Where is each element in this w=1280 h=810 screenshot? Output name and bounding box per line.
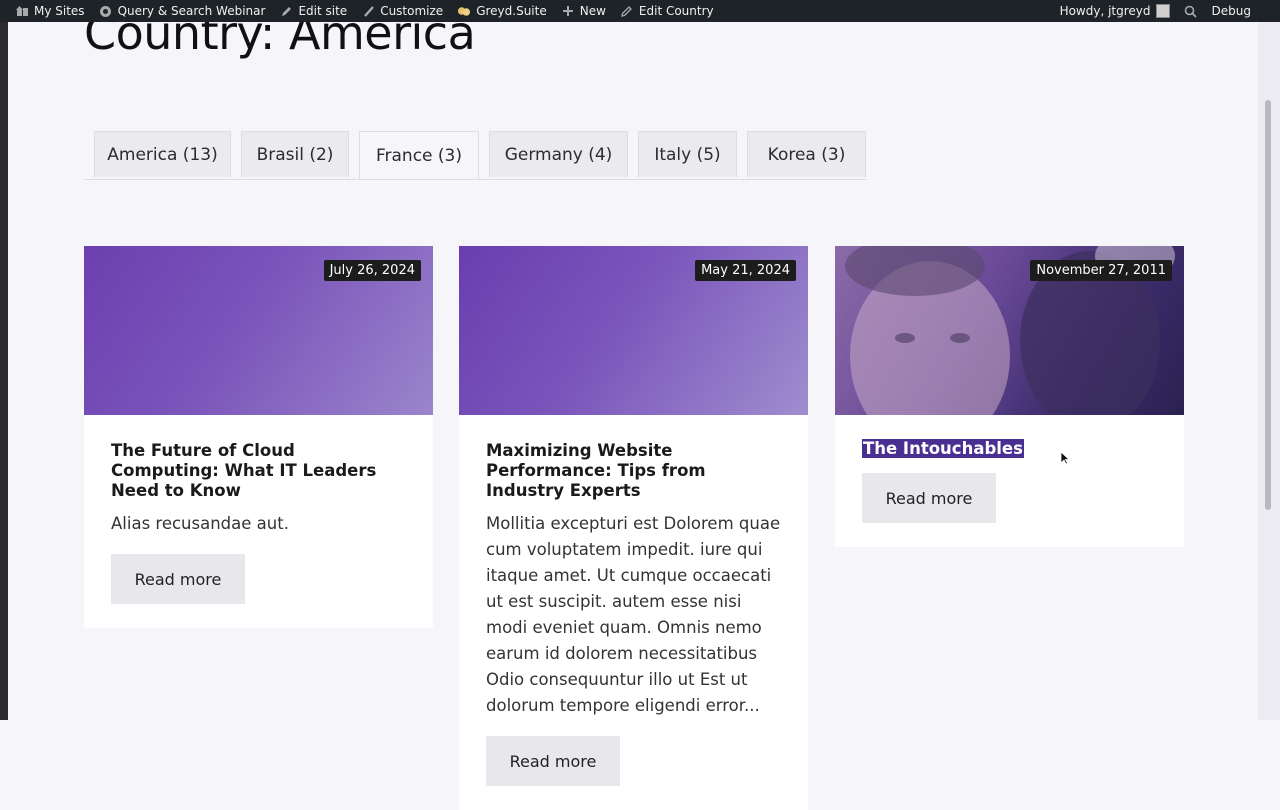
pencil-icon [620, 4, 634, 18]
admin-debug-label: Debug [1211, 4, 1251, 18]
post-thumbnail[interactable]: November 27, 2011 [835, 246, 1184, 415]
post-card: May 21, 2024 Maximizing Website Performa… [459, 246, 808, 810]
read-more-button[interactable]: Read more [486, 736, 620, 786]
admin-search[interactable] [1177, 0, 1205, 22]
post-title[interactable]: The Future of Cloud Computing: What IT L… [111, 441, 406, 501]
post-card: November 27, 2011 The Intouchables Read … [835, 246, 1184, 547]
read-more-button[interactable]: Read more [111, 554, 245, 604]
mouse-cursor-icon [1060, 451, 1070, 465]
scrollbar-thumb[interactable] [1265, 100, 1271, 510]
admin-new-label: New [579, 4, 606, 18]
scrollbar-track[interactable] [1258, 22, 1280, 720]
tab-brasil[interactable]: Brasil (2) [241, 131, 349, 177]
admin-my-sites[interactable]: My Sites [8, 0, 92, 22]
tab-america[interactable]: America (13) [94, 131, 231, 177]
admin-customize-label: Customize [380, 4, 444, 18]
my-sites-icon [15, 4, 29, 18]
edit-site-icon [279, 4, 293, 18]
post-card: July 26, 2024 The Future of Cloud Comput… [84, 246, 433, 628]
avatar [1155, 4, 1170, 18]
admin-bar-left: My Sites Query & Search Webinar Edit sit… [0, 0, 721, 22]
tab-germany[interactable]: Germany (4) [489, 131, 628, 177]
tab-korea[interactable]: Korea (3) [747, 131, 866, 177]
admin-bar-right: Howdy, jtgreyd Debug [1053, 0, 1280, 22]
greyd-icon [457, 4, 471, 18]
admin-debug[interactable]: Debug [1205, 0, 1258, 22]
post-excerpt: Alias recusandae aut. [111, 514, 289, 533]
admin-edit-country-label: Edit Country [638, 4, 714, 18]
site-home-icon [99, 4, 113, 18]
admin-greyd-suite-label: Greyd.Suite [476, 4, 547, 18]
post-date: July 26, 2024 [323, 260, 421, 281]
country-tabs: America (13) Brasil (2) France (3) Germa… [84, 131, 866, 180]
admin-edit-site[interactable]: Edit site [272, 0, 354, 22]
search-icon [1184, 4, 1198, 18]
tab-italy[interactable]: Italy (5) [638, 131, 737, 177]
post-date: November 27, 2011 [1030, 260, 1172, 281]
admin-account[interactable]: Howdy, jtgreyd [1053, 0, 1177, 22]
post-thumbnail[interactable]: July 26, 2024 [84, 246, 433, 415]
admin-bar: My Sites Query & Search Webinar Edit sit… [0, 0, 1280, 22]
post-excerpt: Mollitia excepturi est Dolorem quae cum … [486, 514, 781, 715]
admin-customize[interactable]: Customize [354, 0, 450, 22]
post-date: May 21, 2024 [695, 260, 796, 281]
admin-howdy-label: Howdy, jtgreyd [1059, 4, 1151, 18]
admin-edit-country[interactable]: Edit Country [613, 0, 721, 22]
admin-my-sites-label: My Sites [34, 4, 85, 18]
admin-site-name-label: Query & Search Webinar [117, 4, 266, 18]
admin-greyd-suite[interactable]: Greyd.Suite [450, 0, 554, 22]
selected-text: The Intouchables [862, 439, 1024, 458]
admin-new[interactable]: New [554, 0, 613, 22]
post-thumbnail[interactable]: May 21, 2024 [459, 246, 808, 415]
customize-brush-icon [361, 4, 375, 18]
plus-icon [561, 4, 575, 18]
read-more-button[interactable]: Read more [862, 473, 996, 523]
admin-edit-site-label: Edit site [298, 4, 348, 18]
post-title[interactable]: The Intouchables [862, 439, 1157, 459]
admin-site-name[interactable]: Query & Search Webinar [92, 0, 273, 22]
window-edge [0, 22, 8, 720]
post-title[interactable]: Maximizing Website Performance: Tips fro… [486, 441, 781, 501]
tab-france[interactable]: France (3) [359, 131, 479, 179]
